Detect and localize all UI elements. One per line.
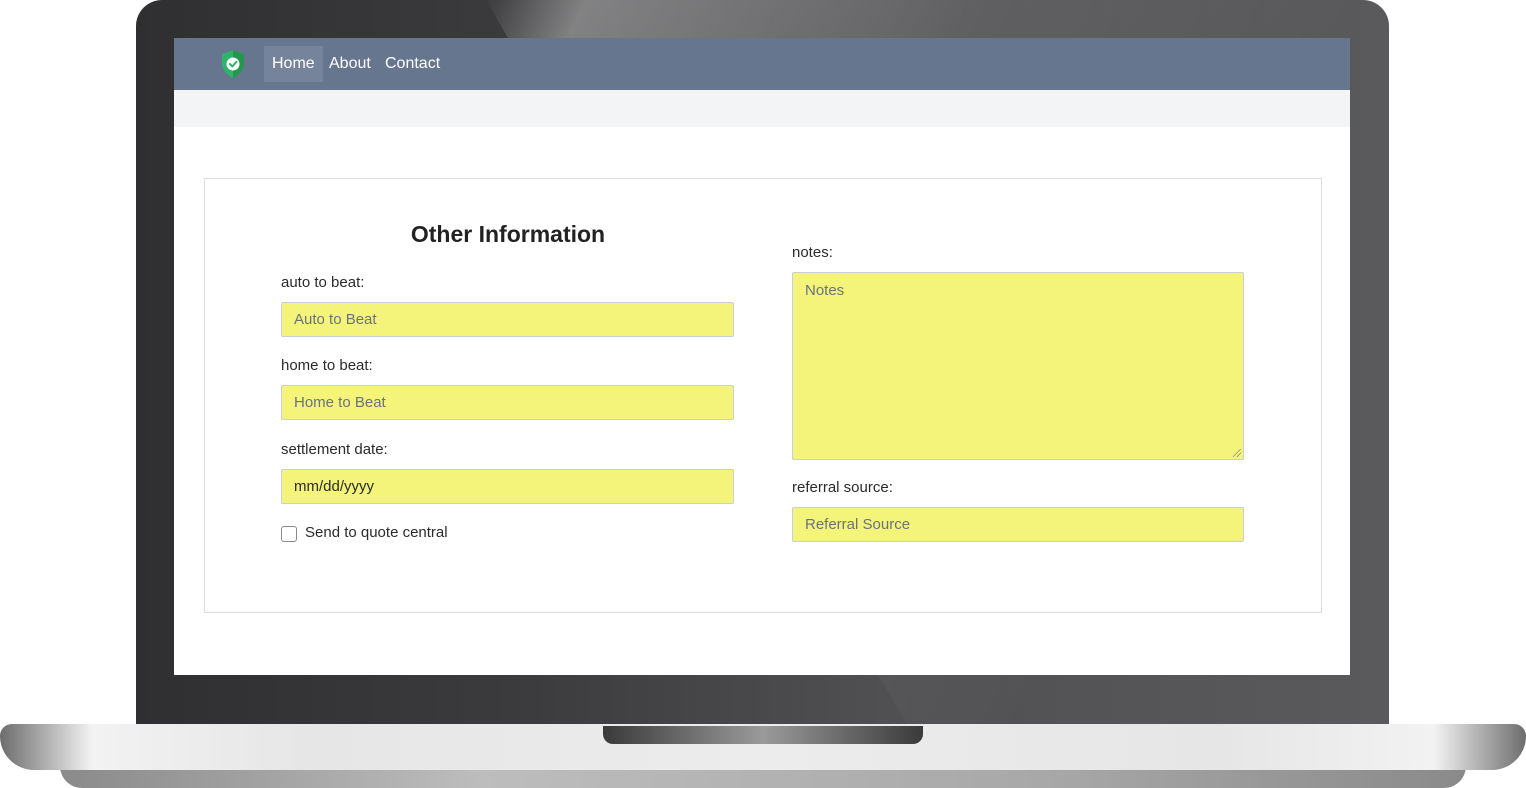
- referral-source-input[interactable]: Referral Source: [792, 507, 1244, 542]
- referral-source-label: referral source:: [792, 479, 893, 496]
- notes-textarea[interactable]: Notes: [792, 272, 1244, 460]
- section-title: Other Information: [410, 221, 606, 247]
- notes-label: notes:: [792, 244, 833, 261]
- notes-placeholder: Notes: [805, 282, 845, 299]
- browser-screen: Home About Contact Other Information aut…: [174, 38, 1350, 675]
- auto-to-beat-label: auto to beat:: [281, 274, 365, 291]
- sub-header-bar: [174, 90, 1350, 127]
- send-to-quote-central-checkbox[interactable]: [281, 526, 297, 542]
- shield-check-icon[interactable]: [220, 49, 246, 79]
- nav-about[interactable]: About: [321, 46, 379, 82]
- settlement-date-input[interactable]: mm/dd/yyyy: [281, 469, 734, 504]
- other-information-card: Other Information auto to beat: Auto to …: [204, 178, 1322, 613]
- resize-grip-icon[interactable]: [1233, 449, 1241, 457]
- home-to-beat-input[interactable]: Home to Beat: [281, 385, 734, 420]
- send-to-quote-central-label[interactable]: Send to quote central: [305, 524, 448, 541]
- laptop-notch: [603, 726, 923, 744]
- nav-home[interactable]: Home: [264, 46, 323, 82]
- navbar: Home About Contact: [174, 38, 1350, 90]
- auto-to-beat-input[interactable]: Auto to Beat: [281, 302, 734, 337]
- home-to-beat-label: home to beat:: [281, 357, 373, 374]
- settlement-date-label: settlement date:: [281, 441, 388, 458]
- nav-contact[interactable]: Contact: [377, 46, 448, 82]
